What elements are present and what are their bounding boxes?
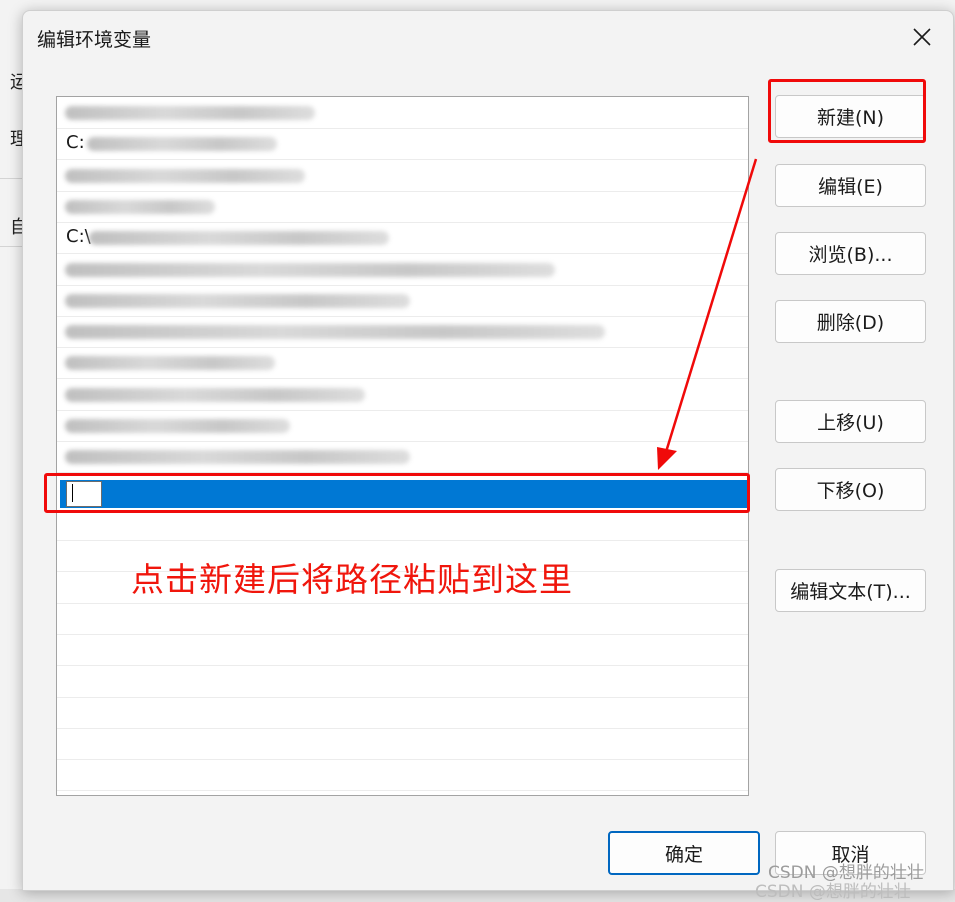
- watermark-faded: CSDN @想胖的壮壮: [755, 882, 911, 902]
- annotation-arrow: [657, 158, 758, 470]
- annotation-text: 点击新建后将路径粘贴到这里: [131, 560, 573, 599]
